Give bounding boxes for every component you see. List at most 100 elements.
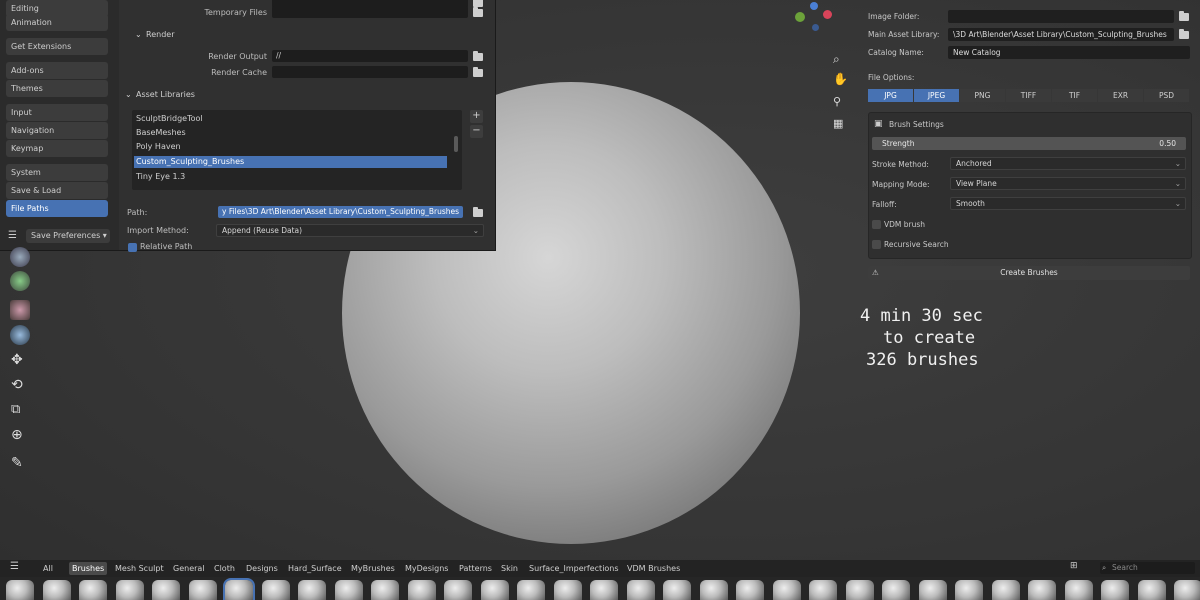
hamburger-icon[interactable]: ☰	[8, 230, 17, 241]
brush-thumbnail[interactable]	[1028, 580, 1056, 600]
nav-system[interactable]: System	[6, 164, 108, 181]
inflate-tool-icon[interactable]	[10, 300, 30, 320]
navigation-gizmo[interactable]	[790, 2, 840, 32]
brush-thumbnail[interactable]	[663, 580, 691, 600]
nav-add-ons[interactable]: Add-ons	[6, 62, 108, 79]
grid-icon[interactable]: ▦	[833, 117, 847, 131]
camera-icon[interactable]: ⚲	[833, 95, 847, 109]
format-jpeg[interactable]: JPEG	[914, 89, 959, 102]
format-jpg[interactable]: JPG	[868, 89, 913, 102]
render-cache-field[interactable]	[272, 66, 468, 78]
format-tif[interactable]: TIF	[1052, 89, 1097, 102]
tab-all[interactable]: All	[40, 562, 56, 575]
tab-cloth[interactable]: Cloth	[211, 562, 238, 575]
folder-icon[interactable]	[1179, 11, 1189, 21]
brush-thumbnail[interactable]	[991, 580, 1020, 600]
folder-icon[interactable]	[473, 7, 483, 17]
create-brushes-button[interactable]: ⚠ Create Brushes	[868, 266, 1190, 280]
library-item[interactable]: Tiny Eye 1.3	[134, 171, 447, 183]
brush-thumbnail[interactable]	[918, 580, 947, 600]
render-section-title[interactable]: Render	[146, 30, 174, 39]
zoom-icon[interactable]: ⌕	[833, 52, 847, 66]
gizmo-neg-z[interactable]	[812, 24, 819, 31]
brush-thumbnail[interactable]	[480, 580, 509, 600]
pan-hand-icon[interactable]: ✋	[833, 72, 848, 86]
brush-thumbnail[interactable]	[444, 580, 472, 600]
tab-skin[interactable]: Skin	[498, 562, 521, 575]
brush-thumbnail[interactable]	[590, 580, 618, 600]
main-asset-library-field[interactable]: \3D Art\Blender\Asset Library\Custom_Scu…	[948, 28, 1174, 41]
brush-thumbnail[interactable]	[1137, 580, 1166, 600]
tab-surface-imperfections[interactable]: Surface_Imperfections	[526, 562, 622, 575]
clay-tool-icon[interactable]	[10, 271, 30, 291]
brush-thumbnail[interactable]	[371, 580, 399, 600]
stroke-method-dropdown[interactable]: Anchored ⌄	[950, 157, 1186, 170]
brush-thumbnail[interactable]	[882, 580, 910, 600]
mapping-mode-dropdown[interactable]: View Plane ⌄	[950, 177, 1186, 190]
nav-navigation[interactable]: Navigation	[6, 122, 108, 139]
strength-slider[interactable]: Strength 0.50	[872, 137, 1186, 150]
nav-input[interactable]: Input	[6, 104, 108, 121]
brush-thumbnail[interactable]	[955, 580, 983, 600]
brush-thumbnail[interactable]	[298, 580, 326, 600]
brush-thumbnail[interactable]	[334, 580, 363, 600]
catalog-name-field[interactable]: New Catalog	[948, 46, 1190, 59]
import-method-dropdown[interactable]: Append (Reuse Data) ⌄	[216, 224, 484, 237]
zoom-tool-icon[interactable]	[10, 325, 30, 345]
format-png[interactable]: PNG	[960, 89, 1005, 102]
view-mode-icon[interactable]: ⊞	[1070, 561, 1078, 571]
hamburger-icon[interactable]: ☰	[10, 561, 19, 572]
gizmo-x-axis[interactable]	[823, 10, 832, 19]
recursive-search-checkbox[interactable]	[872, 240, 881, 249]
brush-thumbnail[interactable]	[1101, 580, 1129, 600]
falloff-dropdown[interactable]: Smooth ⌄	[950, 197, 1186, 210]
format-tiff[interactable]: TIFF	[1006, 89, 1051, 102]
brush-thumbnail[interactable]	[517, 580, 545, 600]
library-item[interactable]: SculptBridgeTool	[134, 113, 447, 125]
folder-icon[interactable]	[473, 0, 483, 7]
library-item-selected[interactable]: Custom_Sculpting_Brushes	[134, 156, 447, 168]
relative-path-checkbox[interactable]	[128, 243, 137, 252]
nav-file-paths[interactable]: File Paths	[6, 200, 108, 217]
brush-thumbnail[interactable]	[699, 580, 728, 600]
folder-icon[interactable]	[1179, 29, 1189, 39]
brush-thumbnail[interactable]	[736, 580, 764, 600]
brush-thumbnail[interactable]	[261, 580, 290, 600]
brush-thumbnail[interactable]	[1174, 580, 1200, 600]
folder-icon[interactable]	[473, 67, 483, 77]
tab-general[interactable]: General	[170, 562, 208, 575]
brush-thumbnail[interactable]	[553, 580, 582, 600]
library-item[interactable]: BaseMeshes	[134, 127, 447, 139]
brush-thumbnail[interactable]	[407, 580, 436, 600]
render-section-chevron-icon[interactable]: ⌄	[135, 30, 142, 39]
brush-thumbnail[interactable]	[115, 580, 144, 600]
save-preferences-button[interactable]: Save Preferences ▾	[26, 229, 110, 243]
asset-search-input[interactable]: ⌕ Search	[1100, 562, 1195, 574]
vdm-brush-checkbox[interactable]	[872, 220, 881, 229]
brush-thumbnail[interactable]	[79, 580, 107, 600]
nav-themes[interactable]: Themes	[6, 80, 108, 97]
add-library-button[interactable]: +	[470, 110, 483, 123]
asset-libraries-chevron-icon[interactable]: ⌄	[125, 90, 132, 99]
tab-designs[interactable]: Designs	[243, 562, 281, 575]
nav-keymap[interactable]: Keymap	[6, 140, 108, 157]
move-icon[interactable]: ✥	[11, 352, 23, 368]
brush-thumbnail[interactable]	[772, 580, 801, 600]
nav-get-extensions[interactable]: Get Extensions	[6, 38, 108, 55]
brush-thumbnail[interactable]	[152, 580, 180, 600]
tab-patterns[interactable]: Patterns	[456, 562, 495, 575]
tab-mesh-sculpt[interactable]: Mesh Sculpt	[112, 562, 167, 575]
brush-thumbnail[interactable]	[1064, 580, 1093, 600]
format-exr[interactable]: EXR	[1098, 89, 1143, 102]
tab-mybrushes[interactable]: MyBrushes	[348, 562, 398, 575]
brush-thumbnail[interactable]	[809, 580, 837, 600]
brush-thumbnail[interactable]	[626, 580, 655, 600]
nav-save-load[interactable]: Save & Load	[6, 182, 108, 199]
brush-thumbnail[interactable]	[188, 580, 217, 600]
temporary-files-field[interactable]	[272, 6, 468, 18]
asset-libraries-title[interactable]: Asset Libraries	[136, 90, 195, 99]
tab-vdm-brushes[interactable]: VDM Brushes	[624, 562, 683, 575]
sculpt-draw-tool-icon[interactable]	[10, 247, 30, 267]
library-item[interactable]: Poly Haven	[134, 141, 447, 153]
brush-thumbnail[interactable]	[845, 580, 874, 600]
